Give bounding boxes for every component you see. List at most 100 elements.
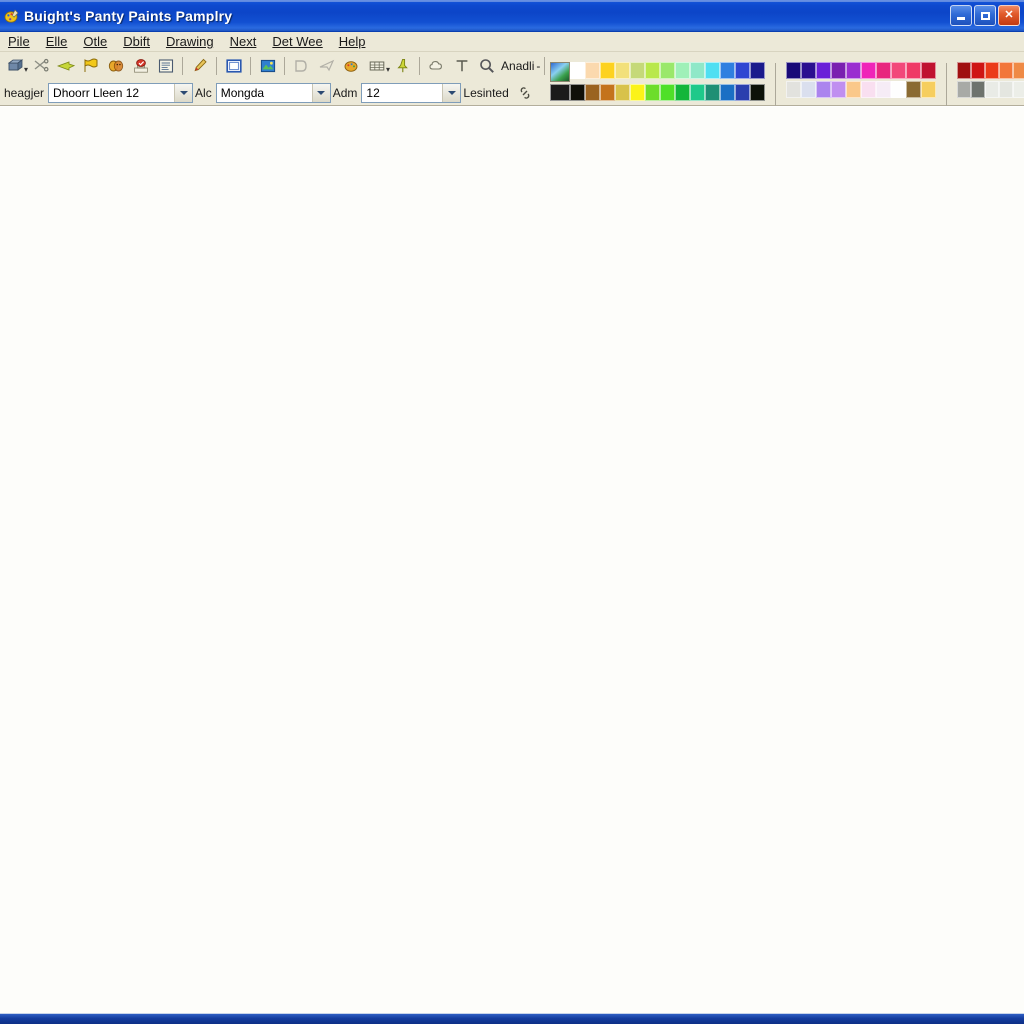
- shape-polygon-icon[interactable]: [289, 54, 314, 78]
- swatch[interactable]: [816, 81, 831, 98]
- swatch[interactable]: [846, 81, 861, 98]
- swatch[interactable]: [786, 81, 801, 98]
- menu-item-next[interactable]: Next: [222, 33, 265, 50]
- minimize-button[interactable]: [950, 5, 972, 26]
- swatch[interactable]: [675, 84, 690, 101]
- chain-link-icon[interactable]: [513, 81, 538, 105]
- swatch[interactable]: [720, 84, 735, 101]
- drawing-canvas[interactable]: [0, 106, 1024, 1013]
- swatch[interactable]: [999, 81, 1013, 98]
- swatch[interactable]: [999, 62, 1013, 79]
- window-controls: ✕: [950, 5, 1022, 26]
- swatch[interactable]: [786, 62, 801, 79]
- swatch[interactable]: [846, 62, 861, 79]
- swatch[interactable]: [876, 62, 891, 79]
- toolbar-separator: [419, 57, 421, 75]
- swatch[interactable]: [735, 84, 750, 101]
- size-combobox[interactable]: 12: [361, 82, 462, 103]
- swatch[interactable]: [876, 81, 891, 98]
- menu-item-elle[interactable]: Elle: [38, 33, 76, 50]
- swatch[interactable]: [570, 62, 585, 79]
- swatch[interactable]: [906, 62, 921, 79]
- font-value: Dhoorr Lleen 12: [53, 85, 140, 100]
- swatch[interactable]: [735, 62, 750, 79]
- swatch[interactable]: [690, 62, 705, 79]
- brush-pen-icon[interactable]: [187, 54, 212, 78]
- swatch[interactable]: [891, 81, 906, 98]
- swatch[interactable]: [1013, 62, 1024, 79]
- swatch[interactable]: [816, 62, 831, 79]
- flag-marker-icon[interactable]: [78, 54, 103, 78]
- swatch[interactable]: [600, 62, 615, 79]
- swatch[interactable]: [600, 84, 615, 101]
- menu-item-pile[interactable]: Pile: [0, 33, 38, 50]
- chevron-down-icon[interactable]: [311, 83, 330, 102]
- zoom-caret[interactable]: -: [536, 59, 540, 73]
- swatch[interactable]: [585, 84, 600, 101]
- swatch[interactable]: [615, 62, 630, 79]
- swatch[interactable]: [550, 84, 570, 101]
- airplane-send-icon[interactable]: [314, 54, 339, 78]
- clipboard-list-icon[interactable]: [153, 54, 178, 78]
- swatch[interactable]: [957, 62, 971, 79]
- swatch[interactable]: [891, 62, 906, 79]
- swatch[interactable]: [971, 81, 985, 98]
- swatch[interactable]: [720, 62, 735, 79]
- swatch[interactable]: [705, 62, 720, 79]
- menu-item-drawing[interactable]: Drawing: [158, 33, 222, 50]
- chevron-down-icon[interactable]: [174, 83, 193, 102]
- menu-item-otle[interactable]: Otle: [75, 33, 115, 50]
- text-tool-icon[interactable]: [449, 54, 474, 78]
- swatch[interactable]: [861, 62, 876, 79]
- chevron-down-icon[interactable]: [442, 83, 461, 102]
- zoom-label[interactable]: Anadli: [501, 59, 534, 73]
- masks-theater-icon[interactable]: [103, 54, 128, 78]
- swatch[interactable]: [705, 84, 720, 101]
- swatch[interactable]: [585, 62, 600, 79]
- swatch[interactable]: [985, 62, 999, 79]
- swatch[interactable]: [957, 81, 971, 98]
- send-arrow-icon[interactable]: [53, 54, 78, 78]
- swatch[interactable]: [645, 62, 660, 79]
- maximize-button[interactable]: [974, 5, 996, 26]
- swatch[interactable]: [971, 62, 985, 79]
- pushpin-icon[interactable]: [390, 54, 415, 78]
- frame-border-icon[interactable]: [221, 54, 246, 78]
- swatch[interactable]: [831, 81, 846, 98]
- stamp-approve-icon[interactable]: [128, 54, 153, 78]
- palette-mix-icon[interactable]: [339, 54, 364, 78]
- swatch[interactable]: [570, 84, 585, 101]
- menu-item-det-wee[interactable]: Det Wee: [264, 33, 330, 50]
- swatch[interactable]: [615, 84, 630, 101]
- picture-insert-icon[interactable]: [255, 54, 280, 78]
- cut-scissors-icon[interactable]: [28, 54, 53, 78]
- swatch[interactable]: [645, 84, 660, 101]
- swatch[interactable]: [921, 81, 936, 98]
- swatch[interactable]: [831, 62, 846, 79]
- swatch[interactable]: [690, 84, 705, 101]
- palette-preview-tile[interactable]: [550, 62, 570, 82]
- cloud-shape-icon[interactable]: [424, 54, 449, 78]
- swatch[interactable]: [906, 81, 921, 98]
- menu-item-dbift[interactable]: Dbift: [115, 33, 158, 50]
- swatch[interactable]: [660, 62, 675, 79]
- close-button[interactable]: ✕: [998, 5, 1020, 26]
- swatch[interactable]: [630, 62, 645, 79]
- new-document-icon[interactable]: [2, 54, 27, 78]
- swatch[interactable]: [750, 62, 765, 79]
- swatch[interactable]: [1013, 81, 1024, 98]
- swatch[interactable]: [801, 62, 816, 79]
- swatch[interactable]: [675, 62, 690, 79]
- magnifier-icon[interactable]: [474, 54, 499, 78]
- swatch[interactable]: [750, 84, 765, 101]
- style-combobox[interactable]: Mongda: [215, 82, 331, 103]
- menu-item-help[interactable]: Help: [331, 33, 374, 50]
- font-combobox[interactable]: Dhoorr Lleen 12: [48, 82, 194, 103]
- swatch[interactable]: [801, 81, 816, 98]
- swatch[interactable]: [660, 84, 675, 101]
- swatch[interactable]: [630, 84, 645, 101]
- swatch[interactable]: [921, 62, 936, 79]
- swatch[interactable]: [985, 81, 999, 98]
- table-grid-icon[interactable]: [364, 54, 389, 78]
- swatch[interactable]: [861, 81, 876, 98]
